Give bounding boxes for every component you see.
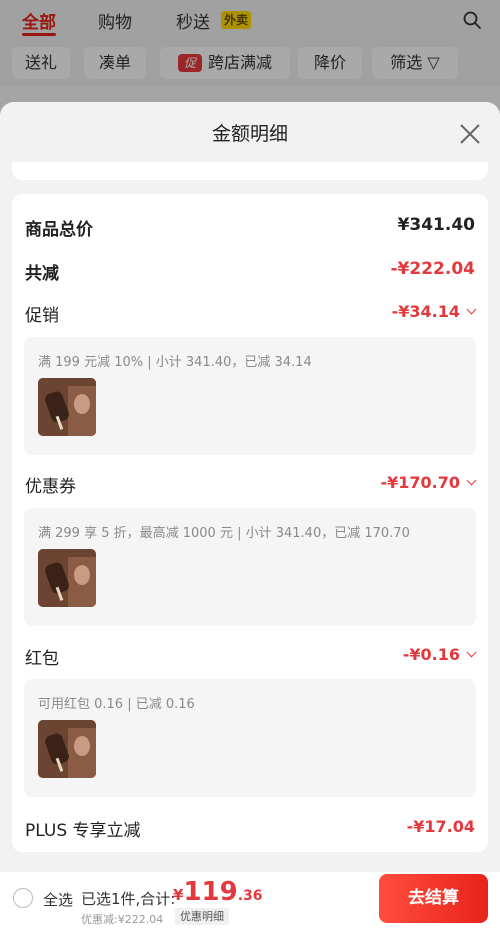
home-indicator-area — [0, 932, 500, 952]
total-integer: 119 — [183, 877, 238, 907]
checkout-button[interactable]: 去结算 — [379, 874, 488, 923]
close-icon[interactable] — [458, 122, 482, 146]
chevron-down-icon — [466, 304, 477, 315]
selected-count: 已选1件,合计: — [81, 890, 176, 908]
discount-detail-button[interactable]: 优惠明细 — [175, 908, 229, 925]
product-thumbnail[interactable] — [38, 549, 96, 607]
items-total-label: 商品总价 — [25, 220, 93, 240]
checkout-bar: 全选 已选1件,合计: ¥119.36 优惠减:¥222.04 优惠明细 去结算 — [0, 872, 500, 952]
coupon-label: 优惠券 — [25, 477, 76, 497]
plus-discount-value: -¥17.04 — [406, 817, 475, 836]
ice-cream-image — [38, 720, 96, 778]
promo-label: 促销 — [25, 306, 59, 326]
select-all-radio[interactable] — [13, 888, 33, 908]
discount-summary: 优惠减:¥222.04 — [81, 913, 164, 926]
coupon-value: -¥170.70 — [380, 473, 460, 492]
promo-detail-text: 满 199 元减 10% | 小计 341.40，已减 34.14 — [38, 355, 312, 370]
sheet-header: 金额明细 — [0, 102, 500, 164]
coupon-detail: 满 299 享 5 折，最高减 1000 元 | 小计 341.40，已减 17… — [24, 508, 476, 626]
items-total-value: ¥341.40 — [397, 215, 475, 235]
amount-card: 商品总价 ¥341.40 共减 -¥222.04 促销 -¥34.14 满 19… — [12, 194, 488, 852]
plus-discount-label: PLUS 专享立减 — [25, 821, 141, 841]
product-thumbnail[interactable] — [38, 720, 96, 778]
select-all-label[interactable]: 全选 — [43, 889, 73, 910]
ice-cream-image — [38, 549, 96, 607]
total-decimal: .36 — [237, 888, 263, 904]
redpacket-detail-text: 可用红包 0.16 | 已减 0.16 — [38, 697, 195, 712]
redpacket-detail: 可用红包 0.16 | 已减 0.16 — [24, 679, 476, 797]
coupon-detail-text: 满 299 享 5 折，最高减 1000 元 | 小计 341.40，已减 17… — [38, 526, 410, 541]
sheet-title: 金额明细 — [211, 123, 288, 145]
promo-detail: 满 199 元减 10% | 小计 341.40，已减 34.14 — [24, 337, 476, 455]
currency-symbol: ¥ — [173, 886, 184, 904]
chevron-down-icon — [466, 475, 477, 486]
promo-toggle[interactable]: -¥34.14 — [391, 302, 477, 321]
promo-value: -¥34.14 — [391, 302, 460, 321]
amount-detail-sheet: 金额明细 商品总价 ¥341.40 共减 -¥222.04 促销 -¥34.14… — [0, 102, 500, 872]
total-price: ¥119.36 — [173, 877, 263, 907]
ice-cream-image — [38, 378, 96, 436]
previous-card-edge — [12, 162, 488, 180]
total-discount-label: 共减 — [25, 264, 59, 284]
chevron-down-icon — [466, 647, 477, 658]
redpacket-label: 红包 — [25, 649, 59, 669]
total-discount-value: -¥222.04 — [390, 259, 476, 279]
coupon-toggle[interactable]: -¥170.70 — [380, 473, 477, 492]
product-thumbnail[interactable] — [38, 378, 96, 436]
redpacket-value: -¥0.16 — [402, 645, 460, 664]
redpacket-toggle[interactable]: -¥0.16 — [402, 645, 477, 664]
